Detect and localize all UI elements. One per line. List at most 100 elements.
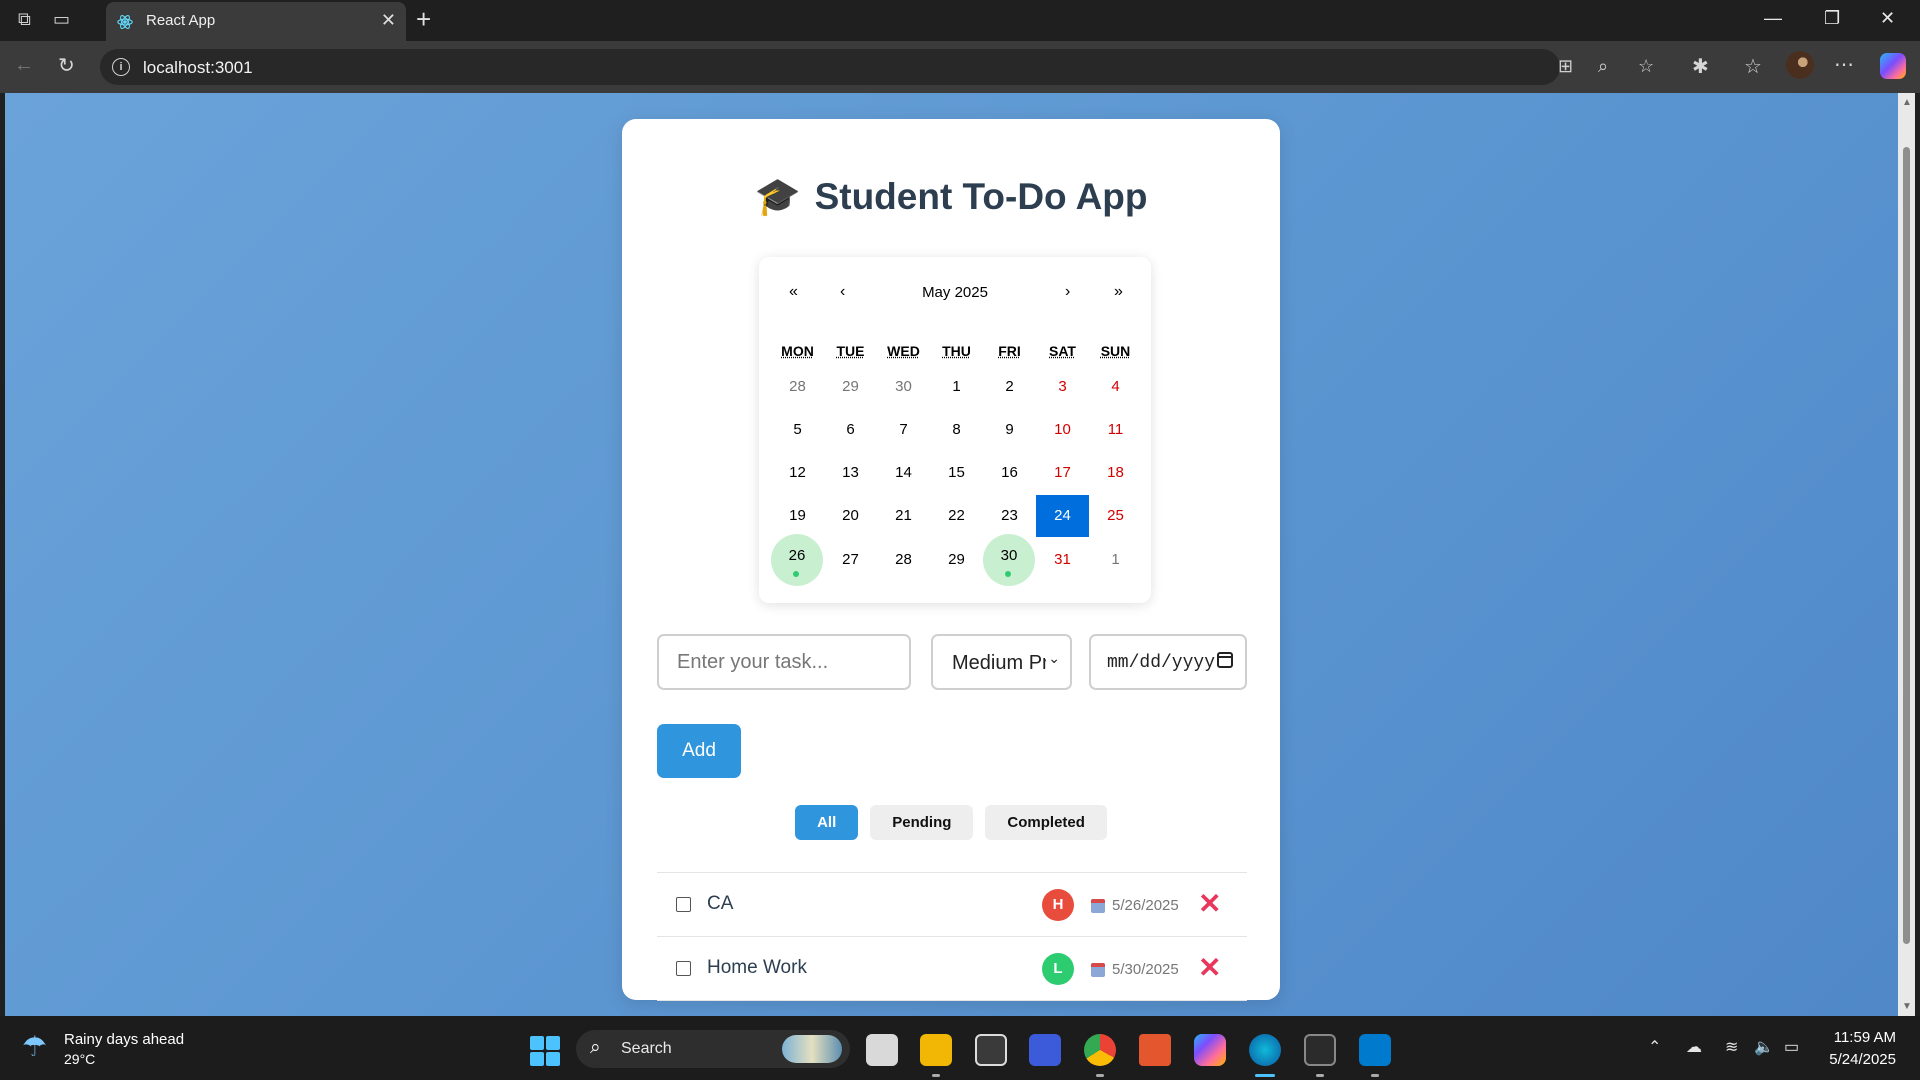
calendar-day[interactable]: 19: [771, 495, 824, 537]
next-month-button[interactable]: ›: [1065, 283, 1070, 301]
calendar-day[interactable]: 30: [983, 534, 1035, 586]
copilot-icon[interactable]: [1880, 53, 1906, 79]
app-icon[interactable]: [1029, 1034, 1061, 1066]
prev-year-button[interactable]: «: [789, 283, 798, 301]
favorites-icon[interactable]: ☆: [1744, 54, 1762, 79]
page-scrollbar[interactable]: ▲ ▼: [1898, 93, 1915, 1016]
weather-title[interactable]: Rainy days ahead: [64, 1031, 184, 1048]
browser-tab[interactable]: React App ✕: [106, 2, 406, 41]
next-year-button[interactable]: »: [1114, 283, 1123, 301]
battery-icon[interactable]: ▭: [1784, 1037, 1799, 1057]
calendar-day[interactable]: 12: [771, 452, 824, 494]
store-icon[interactable]: [975, 1034, 1007, 1066]
restore-icon[interactable]: ❐: [1824, 8, 1840, 29]
scrollbar-thumb[interactable]: [1903, 147, 1910, 944]
priority-select[interactable]: Medium Priority ⌄: [931, 634, 1072, 690]
filter-pending-button[interactable]: Pending: [870, 805, 974, 840]
scroll-down-icon[interactable]: ▼: [1902, 1001, 1912, 1012]
file-explorer-icon[interactable]: [920, 1034, 952, 1066]
task-view-icon[interactable]: [866, 1034, 898, 1066]
workspaces-icon[interactable]: ⧉: [18, 9, 31, 29]
calendar-day[interactable]: 2: [983, 366, 1036, 408]
calendar-day[interactable]: 11: [1089, 409, 1142, 451]
address-bar[interactable]: i localhost:3001 ⊞ ⌕ ☆: [100, 49, 1654, 85]
terminal-icon[interactable]: [1304, 1034, 1336, 1066]
calendar-day[interactable]: 14: [877, 452, 930, 494]
calendar-day[interactable]: 5: [771, 409, 824, 451]
calendar-day[interactable]: 25: [1089, 495, 1142, 537]
address-url[interactable]: localhost:3001: [143, 58, 253, 78]
xampp-icon[interactable]: [1139, 1034, 1171, 1066]
calendar-picker-icon[interactable]: [1217, 652, 1233, 668]
favorite-star-icon[interactable]: ☆: [1638, 56, 1654, 77]
extensions-icon[interactable]: ✱: [1692, 54, 1709, 79]
calendar-day[interactable]: 4: [1089, 366, 1142, 408]
start-button[interactable]: [530, 1036, 560, 1066]
profile-avatar[interactable]: [1786, 51, 1814, 79]
add-task-button[interactable]: Add: [657, 724, 741, 778]
onedrive-icon[interactable]: ☁: [1686, 1037, 1702, 1057]
calendar-day[interactable]: 10: [1036, 409, 1089, 451]
task-checkbox[interactable]: [676, 897, 691, 912]
back-icon[interactable]: ←: [14, 54, 34, 77]
calendar-day[interactable]: 15: [930, 452, 983, 494]
calendar-day[interactable]: 9: [983, 409, 1036, 451]
calendar-day[interactable]: 24: [1036, 495, 1089, 537]
calendar-day[interactable]: 22: [930, 495, 983, 537]
tab-close-icon[interactable]: ✕: [381, 10, 396, 31]
prev-month-button[interactable]: ‹: [840, 283, 845, 301]
calendar-day[interactable]: 29: [824, 366, 877, 408]
calendar-day[interactable]: 18: [1089, 452, 1142, 494]
calendar-day[interactable]: 21: [877, 495, 930, 537]
wifi-icon[interactable]: ≋: [1725, 1037, 1738, 1057]
calendar-day[interactable]: 20: [824, 495, 877, 537]
app-available-icon[interactable]: ⊞: [1558, 56, 1573, 77]
calendar-day[interactable]: 30: [877, 366, 930, 408]
delete-task-icon[interactable]: ✕: [1198, 951, 1221, 984]
umbrella-icon[interactable]: ☂: [22, 1030, 47, 1063]
zoom-icon[interactable]: ⌕: [1598, 56, 1608, 77]
task-checkbox[interactable]: [676, 961, 691, 976]
calendar-day[interactable]: 1: [1089, 539, 1142, 581]
edge-icon[interactable]: [1249, 1034, 1281, 1066]
copilot-app-icon[interactable]: [1194, 1034, 1226, 1066]
due-date-input[interactable]: mm/dd/yyyy: [1089, 634, 1247, 690]
volume-icon[interactable]: 🔈: [1754, 1037, 1774, 1057]
close-window-icon[interactable]: ✕: [1880, 8, 1895, 29]
calendar-day[interactable]: 29: [930, 539, 983, 581]
filter-all-button[interactable]: All: [795, 805, 859, 840]
chrome-icon[interactable]: [1084, 1034, 1116, 1066]
weather-temp[interactable]: 29°C: [64, 1051, 95, 1067]
calendar-day[interactable]: 8: [930, 409, 983, 451]
calendar-day[interactable]: 3: [1036, 366, 1089, 408]
vscode-icon[interactable]: [1359, 1034, 1391, 1066]
calendar-day[interactable]: 13: [824, 452, 877, 494]
calendar-day[interactable]: 16: [983, 452, 1036, 494]
clock-time[interactable]: 11:59 AM: [1834, 1029, 1896, 1046]
minimize-icon[interactable]: —: [1764, 8, 1782, 29]
taskbar-search[interactable]: ⌕ Search: [576, 1030, 850, 1068]
filter-completed-button[interactable]: Completed: [985, 805, 1107, 840]
delete-task-icon[interactable]: ✕: [1198, 887, 1221, 920]
calendar-day[interactable]: 31: [1036, 539, 1089, 581]
calendar-day-number: 20: [842, 507, 859, 524]
site-info-icon[interactable]: i: [112, 58, 130, 76]
calendar-day[interactable]: 23: [983, 495, 1036, 537]
vertical-tabs-icon[interactable]: ▭: [53, 9, 70, 29]
calendar-day[interactable]: 28: [771, 366, 824, 408]
task-input[interactable]: [657, 634, 911, 690]
calendar-day[interactable]: 1: [930, 366, 983, 408]
calendar-day[interactable]: 7: [877, 409, 930, 451]
new-tab-icon[interactable]: +: [416, 6, 431, 32]
clock-date[interactable]: 5/24/2025: [1829, 1051, 1896, 1068]
refresh-icon[interactable]: ↻: [58, 53, 75, 78]
scroll-up-icon[interactable]: ▲: [1902, 97, 1912, 108]
calendar-day[interactable]: 28: [877, 539, 930, 581]
chevron-up-icon[interactable]: ⌃: [1648, 1037, 1661, 1057]
calendar-day[interactable]: 26: [771, 534, 823, 586]
calendar-day[interactable]: 6: [824, 409, 877, 451]
calendar-day[interactable]: 27: [824, 539, 877, 581]
calendar-month-label[interactable]: May 2025: [879, 284, 1031, 301]
calendar-day[interactable]: 17: [1036, 452, 1089, 494]
more-menu-icon[interactable]: ⋯: [1834, 52, 1854, 77]
